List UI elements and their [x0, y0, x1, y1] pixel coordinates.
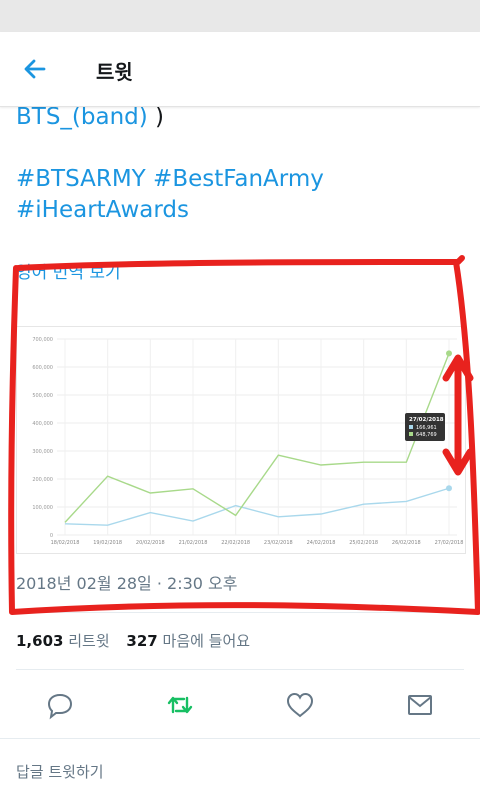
tweet-timestamp: 2018년 02월 28일 · 2:30 오후	[16, 574, 238, 593]
y-tick-label: 600,000	[32, 365, 53, 371]
x-tick-label: 27/02/2018	[435, 540, 464, 546]
y-tick-label: 300,000	[32, 449, 53, 455]
like-count[interactable]: 327	[126, 632, 157, 650]
reply-icon	[47, 693, 73, 720]
page-title: 트윗	[96, 60, 133, 84]
x-tick-label: 25/02/2018	[349, 540, 378, 546]
series-line	[64, 353, 450, 523]
y-tick-label: 400,000	[32, 421, 53, 427]
status-bar	[0, 0, 480, 32]
y-tick-label: 500,000	[32, 393, 53, 399]
x-tick-label: 21/02/2018	[179, 540, 208, 546]
reply-button[interactable]	[45, 690, 75, 720]
divider	[16, 612, 464, 613]
like-label[interactable]: 마음에 들어요	[163, 632, 251, 650]
share-dm-button[interactable]	[405, 690, 435, 720]
x-tick-label: 20/02/2018	[136, 540, 165, 546]
back-arrow-icon	[24, 59, 46, 79]
reply-input[interactable]: 답글 트윗하기	[16, 761, 104, 782]
translate-link[interactable]: 영어 번역 보기	[16, 258, 121, 283]
x-tick-label: 18/02/2018	[51, 540, 80, 546]
data-point	[446, 350, 452, 357]
hashtag-link[interactable]: #iHeartAwards	[16, 197, 189, 223]
retweet-button[interactable]	[165, 690, 195, 720]
back-button[interactable]	[20, 54, 54, 84]
x-tick-label: 22/02/2018	[221, 540, 250, 546]
tweet-image[interactable]: 700,000 600,000 500,000 400,000 300,000 200,0…	[16, 326, 466, 554]
y-tick-label: 200,000	[32, 477, 53, 483]
retweet-label[interactable]: 리트윗	[68, 632, 109, 650]
tooltip-value: 648,769	[416, 432, 437, 438]
y-tick-label: 0	[50, 533, 53, 539]
mail-icon	[408, 695, 432, 715]
x-tick-label: 24/02/2018	[307, 540, 336, 546]
tweet-text: BTS_(band) ) #BTSARMY #BestFanArmy #iHea…	[16, 106, 324, 226]
like-button[interactable]	[285, 690, 315, 720]
y-tick-label: 100,000	[32, 505, 53, 511]
reply-bar: 답글 트윗하기	[0, 738, 480, 800]
hashtag-link[interactable]: #BTSARMY	[16, 166, 146, 192]
x-tick-label: 26/02/2018	[392, 540, 421, 546]
tweet-detail: BTS_(band) ) #BTSARMY #BestFanArmy #iHea…	[0, 106, 480, 800]
y-tick-label: 700,000	[32, 337, 53, 343]
line-chart: 700,000 600,000 500,000 400,000 300,000 200,0…	[32, 337, 464, 546]
tweet-link[interactable]: BTS_(band)	[16, 106, 148, 130]
top-bar: 트윗	[0, 32, 480, 107]
heart-icon	[286, 692, 314, 718]
x-tick-label: 23/02/2018	[264, 540, 293, 546]
tweet-stats: 1,603 리트윗 327 마음에 들어요	[16, 630, 262, 651]
retweet-icon	[167, 696, 193, 714]
x-tick-label: 19/02/2018	[93, 540, 122, 546]
divider	[16, 669, 464, 670]
tweet-actions	[0, 682, 480, 726]
retweet-count[interactable]: 1,603	[16, 632, 63, 650]
tweet-text-rest: )	[147, 106, 165, 130]
tooltip-value: 166,961	[416, 425, 437, 431]
tooltip-swatch	[409, 432, 413, 436]
hashtag-link[interactable]: #BestFanArmy	[153, 166, 324, 192]
tooltip-swatch	[409, 425, 413, 429]
tooltip-date: 27/02/2018	[409, 417, 444, 423]
data-point	[446, 485, 452, 492]
